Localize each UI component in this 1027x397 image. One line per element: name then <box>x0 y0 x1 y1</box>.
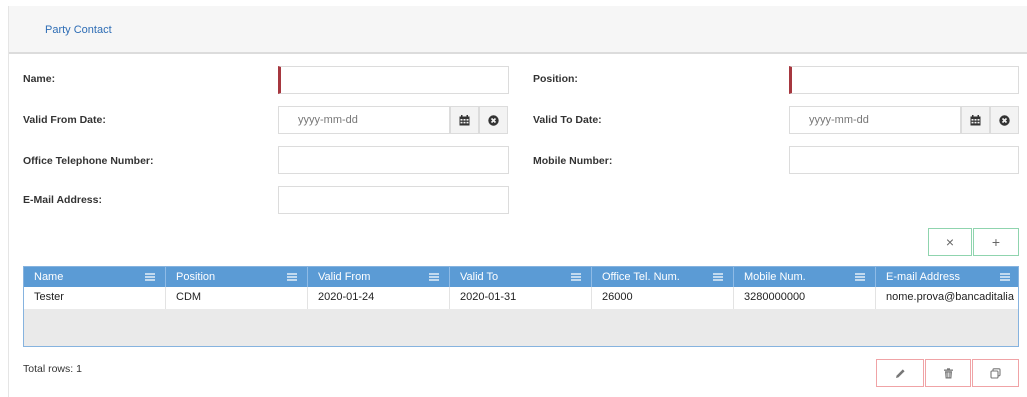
close-icon: × <box>945 234 955 250</box>
column-header-label: Valid From <box>318 271 371 283</box>
add-contact-button[interactable]: + <box>973 228 1019 256</box>
column-header-label: Name <box>34 271 64 283</box>
total-rows-label: Total rows: 1 <box>23 363 82 375</box>
column-header-label: Mobile Num. <box>744 271 806 283</box>
name-label: Name: <box>23 73 56 85</box>
cell-mobile: 3280000000 <box>734 287 876 309</box>
table-row[interactable]: Tester CDM 2020-01-24 2020-01-31 26000 3… <box>24 287 1018 309</box>
calendar-icon <box>459 114 470 125</box>
times-circle-icon <box>488 114 499 126</box>
copy-icon <box>990 367 1001 379</box>
office-phone-input[interactable] <box>278 146 509 174</box>
email-input[interactable] <box>278 186 509 214</box>
column-header-office-tel[interactable]: Office Tel. Num. <box>592 267 734 287</box>
column-header-label: Position <box>176 271 216 283</box>
valid-to-clear-button[interactable] <box>990 106 1019 134</box>
hamburger-menu-icon[interactable] <box>571 272 581 282</box>
column-header-valid-from[interactable]: Valid From <box>308 267 450 287</box>
valid-from-calendar-button[interactable] <box>450 106 479 134</box>
cell-valid-to: 2020-01-31 <box>450 287 592 309</box>
hamburger-menu-icon[interactable] <box>855 272 865 282</box>
panel-title: Party Contact <box>45 24 112 36</box>
hamburger-menu-icon[interactable] <box>1000 272 1010 282</box>
column-header-name[interactable]: Name <box>24 267 166 287</box>
valid-from-clear-button[interactable] <box>479 106 508 134</box>
cell-email: nome.prova@bancaditalia <box>886 291 1014 303</box>
position-input[interactable] <box>789 66 1019 94</box>
mobile-input[interactable] <box>789 146 1019 174</box>
pencil-icon <box>895 368 905 378</box>
valid-to-label: Valid To Date: <box>533 114 602 126</box>
edit-button[interactable] <box>876 359 924 387</box>
name-input[interactable] <box>278 66 509 94</box>
email-label: E-Mail Address: <box>23 194 102 206</box>
hamburger-menu-icon[interactable] <box>429 272 439 282</box>
hamburger-menu-icon[interactable] <box>287 272 297 282</box>
position-label: Position: <box>533 73 578 85</box>
hamburger-menu-icon[interactable] <box>713 272 723 282</box>
times-circle-icon <box>999 114 1010 126</box>
calendar-icon <box>970 114 981 125</box>
column-header-valid-to[interactable]: Valid To <box>450 267 592 287</box>
valid-to-calendar-button[interactable] <box>961 106 990 134</box>
copy-button[interactable] <box>972 359 1019 387</box>
column-header-email[interactable]: E-mail Address <box>876 267 1018 287</box>
mobile-label: Mobile Number: <box>533 155 613 167</box>
column-header-label: Valid To <box>460 271 499 283</box>
cell-name: Tester <box>24 287 166 309</box>
cell-valid-from: 2020-01-24 <box>308 287 450 309</box>
valid-from-date-input[interactable] <box>278 106 450 134</box>
cell-position: CDM <box>166 287 308 309</box>
plus-icon: + <box>991 234 1001 250</box>
clear-form-button[interactable]: × <box>928 228 972 256</box>
column-header-position[interactable]: Position <box>166 267 308 287</box>
trash-icon <box>943 367 953 378</box>
column-header-mobile[interactable]: Mobile Num. <box>734 267 876 287</box>
hamburger-menu-icon[interactable] <box>145 272 155 282</box>
panel-header: Party Contact <box>9 6 1027 54</box>
column-header-label: Office Tel. Num. <box>602 271 680 283</box>
valid-from-label: Valid From Date: <box>23 114 106 126</box>
grid-header: Name Position Valid From Valid To Office… <box>24 267 1018 287</box>
delete-button[interactable] <box>925 359 971 387</box>
valid-to-date-input[interactable] <box>789 106 961 134</box>
contacts-grid: Name Position Valid From Valid To Office… <box>23 266 1019 347</box>
office-phone-label: Office Telephone Number: <box>23 155 154 167</box>
cell-office-tel: 26000 <box>592 287 734 309</box>
column-header-label: E-mail Address <box>886 271 960 283</box>
